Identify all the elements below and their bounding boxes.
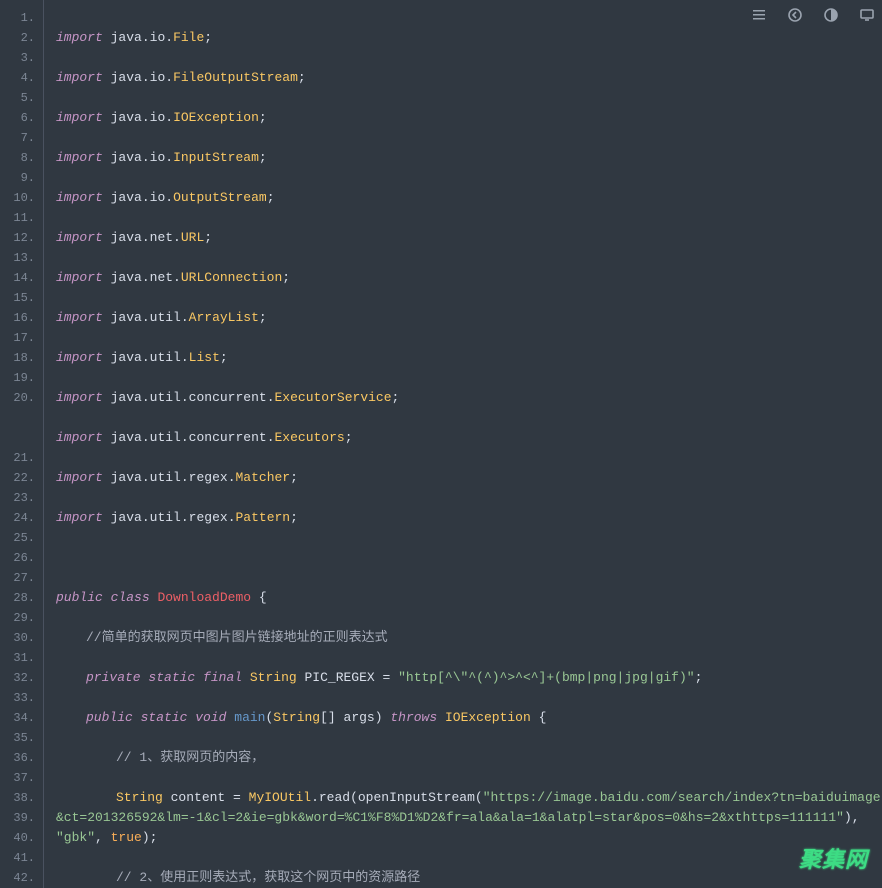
watermark: 聚集网 (799, 842, 868, 874)
contrast-icon[interactable] (822, 6, 840, 24)
desktop-icon[interactable] (858, 6, 876, 24)
code-area[interactable]: import java.io.File; import java.io.File… (44, 0, 882, 888)
list-icon[interactable] (750, 6, 768, 24)
code-editor: 1.2.3.4.5.6.7.8.9.10.11.12.13.14.15.16.1… (0, 0, 882, 888)
editor-toolbar (750, 6, 876, 24)
line-number-gutter: 1.2.3.4.5.6.7.8.9.10.11.12.13.14.15.16.1… (0, 0, 44, 888)
back-icon[interactable] (786, 6, 804, 24)
